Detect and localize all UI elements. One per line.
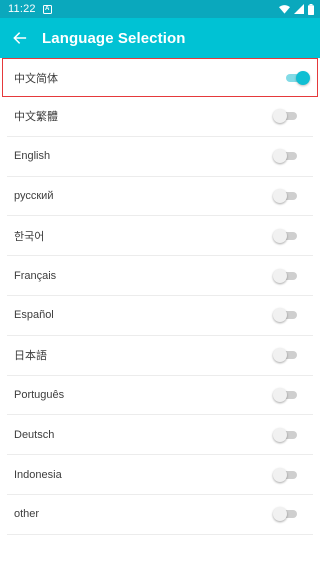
language-label: русский (14, 189, 54, 202)
toggle-thumb (273, 188, 287, 203)
toggle-thumb (273, 228, 287, 243)
toggle-thumb (273, 387, 287, 402)
page-title: Language Selection (42, 29, 186, 47)
status-bar: 11:22 A (0, 0, 320, 18)
status-clock: 11:22 (8, 3, 36, 15)
toggle-thumb (273, 348, 287, 363)
toggle-thumb (273, 467, 287, 482)
language-row[interactable]: Indonesia (7, 455, 313, 495)
language-row[interactable]: 日本語 (7, 336, 313, 376)
language-row[interactable]: Português (7, 376, 313, 416)
toggle-thumb (273, 149, 287, 164)
language-toggle[interactable] (273, 109, 299, 124)
language-label: 한국어 (14, 230, 45, 243)
language-toggle[interactable] (273, 507, 299, 522)
language-toggle[interactable] (273, 149, 299, 164)
language-row[interactable]: Español (7, 296, 313, 336)
language-label: Indonesia (14, 468, 62, 481)
language-label: 中文繁體 (14, 111, 58, 124)
language-label: Português (14, 388, 65, 401)
language-label: 中文简体 (14, 72, 58, 85)
language-label: English (14, 150, 51, 163)
language-toggle[interactable] (284, 70, 310, 85)
toggle-thumb (273, 308, 287, 323)
language-toggle[interactable] (273, 188, 299, 203)
wifi-icon (279, 5, 290, 14)
language-row[interactable]: Français (7, 256, 313, 296)
language-toggle[interactable] (273, 228, 299, 243)
language-row[interactable]: 中文繁體 (7, 97, 313, 137)
toggle-thumb (273, 427, 287, 442)
language-row[interactable]: русский (7, 177, 313, 217)
language-label: Español (14, 309, 54, 322)
arrow-back-icon (13, 32, 27, 44)
language-label: 日本語 (14, 350, 47, 363)
language-toggle[interactable] (273, 268, 299, 283)
toggle-thumb (273, 109, 287, 124)
back-button[interactable] (0, 18, 40, 58)
language-label: Français (14, 269, 57, 282)
language-row[interactable]: other (7, 495, 313, 535)
app-bar: Language Selection (0, 18, 320, 58)
language-toggle[interactable] (273, 348, 299, 363)
language-toggle[interactable] (273, 427, 299, 442)
language-label: Deutsch (14, 428, 55, 441)
signal-icon (294, 4, 304, 14)
language-toggle[interactable] (273, 308, 299, 323)
language-row[interactable]: 中文简体 (2, 58, 318, 97)
toggle-thumb (273, 507, 287, 522)
language-label: other (14, 508, 40, 521)
language-toggle[interactable] (273, 467, 299, 482)
status-icons (279, 3, 314, 15)
battery-icon (308, 3, 314, 15)
language-row[interactable]: 한국어 (7, 216, 313, 257)
language-list: 中文简体中文繁體 English русский 한국어 Français Español… (0, 58, 320, 535)
toggle-thumb (273, 268, 287, 283)
toggle-thumb (296, 70, 310, 85)
language-row[interactable]: Deutsch (7, 415, 313, 456)
language-row[interactable]: English (7, 137, 313, 177)
status-left: 11:22 A (8, 3, 52, 15)
notification-icon: A (42, 4, 52, 14)
language-toggle[interactable] (273, 387, 299, 402)
